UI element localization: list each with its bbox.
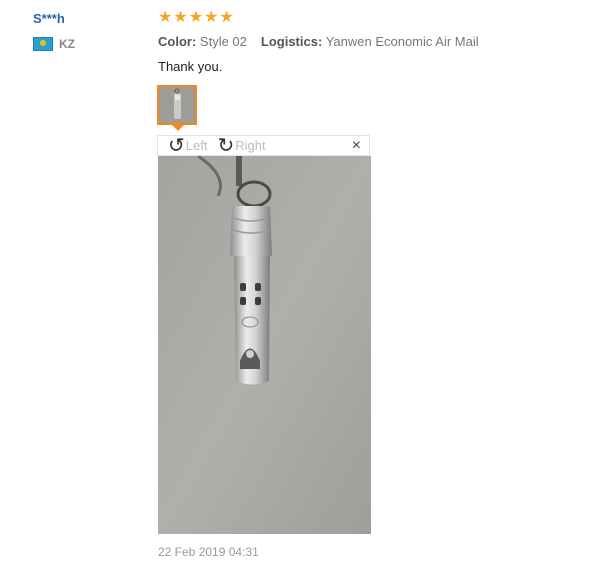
star-icon: ★ xyxy=(219,9,234,26)
review-photo xyxy=(158,156,371,534)
selected-thumbnail-pointer xyxy=(172,125,184,131)
star-icon: ★ xyxy=(188,9,204,26)
rotate-right-button[interactable]: ↻ Right xyxy=(217,134,266,157)
logistics-attribute-label: Logistics: xyxy=(260,34,323,49)
close-icon[interactable]: × xyxy=(352,137,361,155)
star-icon: ★ xyxy=(173,9,188,26)
feedback-text: Thank you. xyxy=(158,59,223,74)
image-viewer-toolbar: ↺ Left ↻ Right × xyxy=(157,135,370,156)
rotate-left-icon: ↺ xyxy=(168,134,185,157)
rotate-right-label: Right xyxy=(235,138,266,153)
photo-thumbnail[interactable] xyxy=(157,85,197,125)
color-attribute: Color: Style 02 xyxy=(158,34,247,49)
nail-clipper-thumbnail-image xyxy=(159,87,195,123)
rotate-left-label: Left xyxy=(185,138,208,153)
logistics-attribute: Logistics: Yanwen Economic Air Mail xyxy=(261,34,479,49)
reviewer-country: KZ xyxy=(33,37,75,51)
logistics-attribute-value: Yanwen Economic Air Mail xyxy=(325,34,479,49)
review-date: 22 Feb 2019 04:31 xyxy=(158,545,259,559)
rotate-left-button[interactable]: ↺ Left xyxy=(168,134,208,157)
color-attribute-label: Color: xyxy=(158,34,197,49)
star-rating: ★ ★ ★ ★ ★ xyxy=(158,9,234,27)
star-icon: ★ xyxy=(158,9,173,26)
kazakhstan-flag-icon xyxy=(33,37,53,51)
star-icon: ★ xyxy=(204,9,219,26)
color-attribute-value: Style 02 xyxy=(199,34,247,49)
reviewer-name[interactable]: S***h xyxy=(33,11,65,26)
nail-clipper-photo-image xyxy=(158,156,371,534)
order-attributes: Color: Style 02 Logistics: Yanwen Econom… xyxy=(158,34,479,49)
country-code: KZ xyxy=(59,37,75,51)
rotate-right-icon: ↻ xyxy=(217,134,235,157)
